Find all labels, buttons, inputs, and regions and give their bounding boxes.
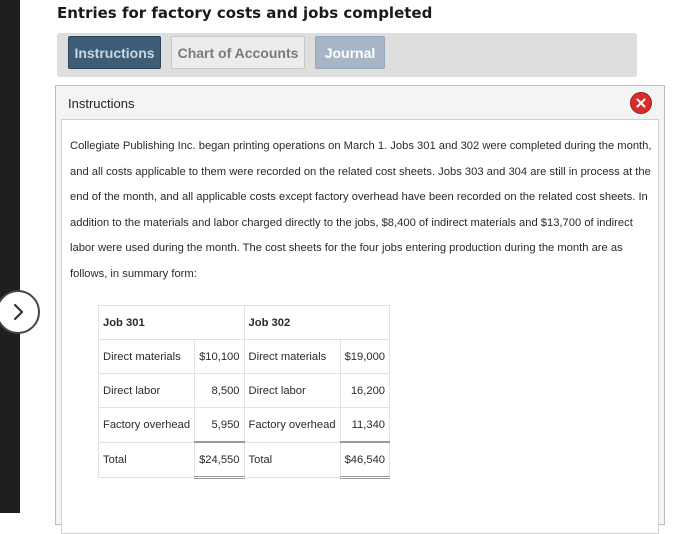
row-label: Factory overhead — [243, 407, 341, 443]
tab-journal[interactable]: Journal — [315, 36, 385, 69]
left-sidebar — [0, 0, 20, 513]
total-label: Total — [97, 441, 196, 478]
total-value: $46,540 — [339, 441, 391, 479]
total-value: $24,550 — [194, 441, 245, 479]
tab-instructions[interactable]: Instructions — [68, 36, 161, 69]
row-label: Direct labor — [97, 373, 196, 408]
instructions-paragraph: Collegiate Publishing Inc. began printin… — [70, 140, 652, 280]
instructions-panel: Instructions Collegiate Publishing Inc. … — [55, 85, 665, 534]
table-row: Factory overhead 5,950 Factory overhead … — [97, 407, 391, 443]
cost-sheet-table: Job 301 Job 302 Direct materials $10,100… — [97, 305, 391, 479]
table-row: Direct materials $10,100 Direct material… — [97, 339, 391, 374]
total-row: Total $24,550 Total $46,540 — [97, 441, 391, 479]
row-label: Direct labor — [243, 373, 341, 408]
tab-bar: Instructions Chart of Accounts Journal — [57, 33, 637, 77]
total-label: Total — [243, 441, 341, 478]
table-header-row: Job 301 Job 302 — [98, 305, 391, 340]
row-value: $10,100 — [194, 339, 245, 374]
row-label: Factory overhead — [97, 407, 196, 443]
row-value: 8,500 — [194, 373, 245, 408]
table-row: Direct labor 8,500 Direct labor 16,200 — [97, 373, 391, 408]
expand-nav-button[interactable] — [0, 290, 40, 334]
job-302-header: Job 302 — [243, 305, 391, 340]
tab-chart-of-accounts[interactable]: Chart of Accounts — [171, 36, 305, 69]
page-title: Entries for factory costs and jobs compl… — [57, 4, 433, 22]
close-button[interactable] — [630, 92, 652, 114]
row-value: 5,950 — [194, 407, 245, 443]
panel-title: Instructions — [68, 96, 135, 111]
instructions-content: Collegiate Publishing Inc. began printin… — [61, 119, 659, 534]
row-value: 16,200 — [339, 373, 391, 408]
row-value: $19,000 — [339, 339, 391, 374]
row-label: Direct materials — [243, 339, 341, 374]
row-label: Direct materials — [97, 339, 196, 374]
chevron-right-icon — [13, 303, 24, 321]
row-value: 11,340 — [339, 407, 391, 443]
job-301-header: Job 301 — [98, 305, 245, 340]
x-icon — [636, 98, 646, 108]
